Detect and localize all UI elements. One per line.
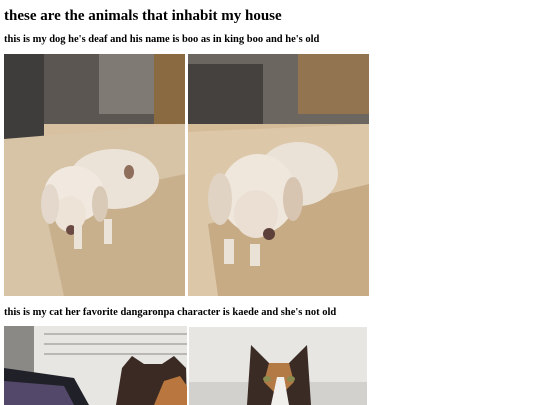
cat-photo-2 (189, 327, 367, 405)
cat-photo-1 (4, 326, 187, 405)
dog-photo-1 (4, 54, 185, 296)
page-title: these are the animals that inhabit my ho… (4, 8, 282, 24)
dog-caption: this is my dog he's deaf and his name is… (4, 34, 320, 45)
dog-photo-2 (188, 54, 369, 296)
cat-caption: this is my cat her favorite dangaronpa c… (4, 307, 337, 318)
